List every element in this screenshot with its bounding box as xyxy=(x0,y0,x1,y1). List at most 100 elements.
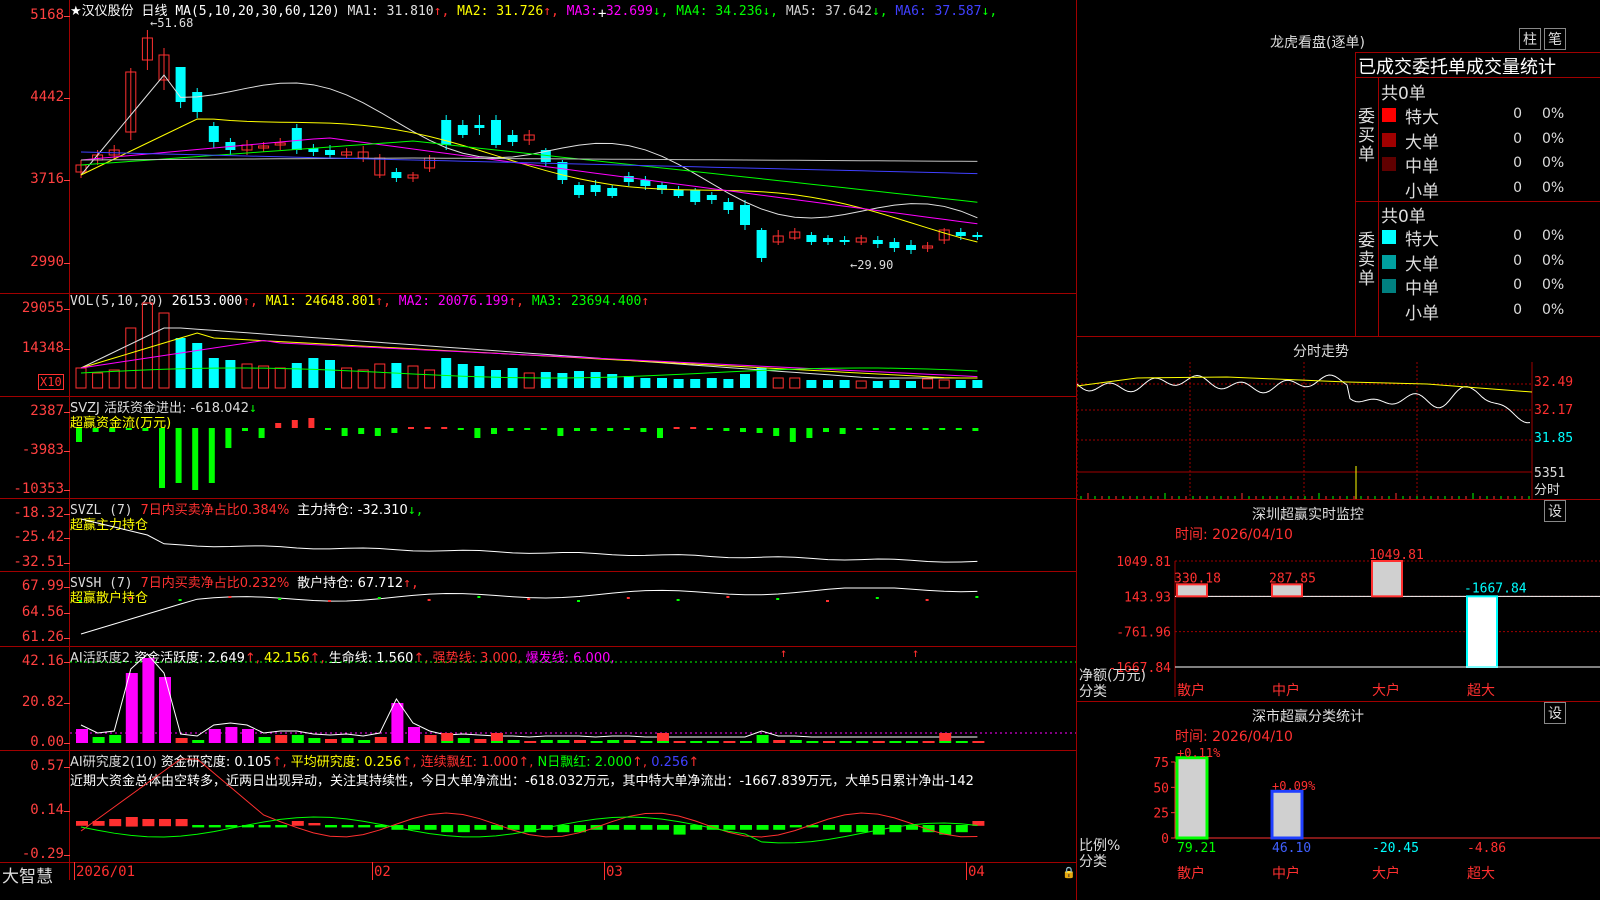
activity-bar xyxy=(159,677,171,743)
candle-down xyxy=(706,195,717,200)
kline-chart-area[interactable]: ★汉仪股份 日线 MA(5,10,20,30,60,120) MA1: 31.8… xyxy=(0,0,1077,900)
y-axis-label: 5168 xyxy=(30,7,64,23)
flow-bar xyxy=(856,428,863,430)
order-percent: 0% xyxy=(1542,277,1565,293)
legend-swatch xyxy=(1382,254,1396,269)
ai-activity-chart[interactable]: ↑ ↑ xyxy=(70,647,1076,750)
y-axis-label: 2990 xyxy=(30,254,64,270)
svzl-chart[interactable] xyxy=(70,499,1076,571)
stats-tab[interactable]: 已成交委托单成交量统计 xyxy=(1358,53,1556,79)
activity-bar xyxy=(408,727,420,743)
order-percent: 0% xyxy=(1542,252,1565,269)
retail-tick xyxy=(776,598,780,600)
volume-bar-up xyxy=(357,369,369,389)
ss-y-label: 75 xyxy=(1153,756,1169,771)
low-price-mark: ←29.90 xyxy=(850,258,894,272)
flow-bar xyxy=(109,428,116,432)
activity-bar xyxy=(806,741,819,743)
sz-monitor-settings-button[interactable]: 设 xyxy=(1544,500,1566,522)
lock-icon[interactable]: 🔒 xyxy=(1062,866,1076,879)
research-bar xyxy=(192,825,205,828)
sz-category-settings-button[interactable]: 设 xyxy=(1544,702,1566,724)
date-tick xyxy=(372,862,373,880)
volume-bar-up xyxy=(772,377,784,389)
retail-tick xyxy=(676,599,680,601)
y-axis-tick xyxy=(64,662,70,663)
order-percent: 0% xyxy=(1542,179,1565,196)
volume-bar-down xyxy=(889,380,900,388)
flow-bar xyxy=(358,428,365,434)
date-tick xyxy=(74,862,75,880)
sz-monitor-unit: 净额(万元) 分类 xyxy=(1079,668,1146,700)
candle-down xyxy=(690,190,701,202)
sz-y-label: 143.93 xyxy=(1124,590,1171,605)
flow-bar xyxy=(623,428,630,430)
volume-bar-down xyxy=(491,370,501,388)
activity-bar xyxy=(424,735,437,743)
research-bar xyxy=(756,825,769,830)
date-label: 02 xyxy=(374,864,391,880)
activity-bar xyxy=(955,741,968,743)
activity-bar xyxy=(856,741,869,743)
research-bar xyxy=(125,817,138,827)
retail-tick xyxy=(228,596,232,598)
candle-down xyxy=(972,235,983,237)
sz-category-label: 中户 xyxy=(1272,682,1300,699)
flow-bar xyxy=(557,428,564,436)
activity-bar xyxy=(557,740,570,743)
y-axis-tick xyxy=(64,514,70,515)
research-bar xyxy=(673,825,686,835)
y-axis-label: 0.14 xyxy=(30,802,64,818)
svsh-chart[interactable] xyxy=(70,572,1076,646)
sz-bar-value: 287.85 xyxy=(1269,571,1316,586)
y-axis-tick xyxy=(64,613,70,614)
volume-bar-down xyxy=(607,374,618,388)
buy-order-label: 委买单 xyxy=(1358,107,1375,165)
candle-down xyxy=(955,232,966,236)
flow-bar xyxy=(391,428,398,433)
flow-bar xyxy=(955,428,962,430)
volume-bar-down xyxy=(657,378,667,388)
ai-research-chart[interactable] xyxy=(70,751,1076,862)
research-bar xyxy=(640,825,653,830)
activity-bar xyxy=(756,735,769,743)
retail-tick xyxy=(527,598,531,600)
flow-bar xyxy=(740,428,746,432)
volume-bar-down xyxy=(872,381,883,388)
volume-bar-down xyxy=(640,378,651,388)
flow-bar xyxy=(374,428,381,436)
volume-bar-down xyxy=(590,372,601,388)
flow-bar xyxy=(142,428,149,431)
tick-mode-button[interactable]: 笔 xyxy=(1544,28,1566,50)
svzj-chart[interactable] xyxy=(70,397,1076,498)
ma1-line xyxy=(80,74,978,219)
y-axis-label: -0.29 xyxy=(21,846,64,862)
ss-bar-value: -4.86 xyxy=(1467,841,1506,856)
retail-tick xyxy=(726,596,730,598)
buy-total: 共0单 xyxy=(1381,84,1426,104)
sz-y-label: -761.96 xyxy=(1116,626,1171,641)
activity-base xyxy=(939,733,952,741)
y-axis-tick xyxy=(64,855,70,856)
activity-bar xyxy=(142,658,155,743)
sz-category-chart[interactable]: 75 50 25 0 79.21 散户 46.10 中户 -20.45 大户 -4.86 超大 +0.1… xyxy=(1077,742,1600,900)
y-axis-tick xyxy=(64,180,70,181)
order-count: 0 xyxy=(1513,301,1522,318)
bar-mode-button[interactable]: 柱 xyxy=(1519,28,1541,50)
volume-chart[interactable] xyxy=(70,294,1076,396)
intraday-chart[interactable]: 32.49 32.17 31.85 5351 分时 xyxy=(1077,362,1600,499)
volume-bar-down xyxy=(906,381,916,388)
y-axis-label: -32.51 xyxy=(13,554,64,570)
price-chart[interactable] xyxy=(70,0,1076,293)
research-bar xyxy=(723,825,736,830)
ss-y-label: 0 xyxy=(1161,832,1169,847)
y-axis-label: 4442 xyxy=(30,89,64,105)
candle-down xyxy=(574,185,584,195)
retail-tick xyxy=(626,597,630,599)
order-count: 0 xyxy=(1513,252,1522,269)
sz-monitor-chart[interactable]: 1049.81 143.93 -761.96 -1667.84 330.18 散户 287.… xyxy=(1077,540,1600,700)
research-bar xyxy=(856,825,869,833)
order-type-label: 大单 xyxy=(1405,132,1439,153)
activity-bar xyxy=(839,741,852,743)
flow-bar xyxy=(175,428,182,483)
